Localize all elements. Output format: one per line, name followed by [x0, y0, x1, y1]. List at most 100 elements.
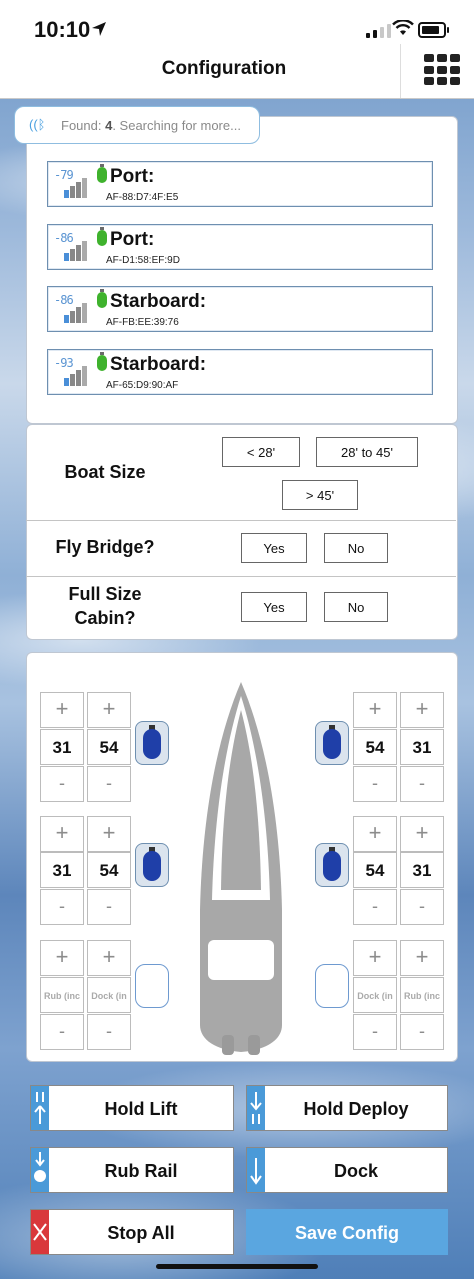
device-mac: AF-88:D7:4F:E5	[106, 192, 179, 203]
dock-label: Dock	[333, 1161, 378, 1181]
port-1-b-plus-button[interactable]: +	[87, 692, 131, 728]
cellular-signal-icon	[366, 24, 391, 38]
dock-arrow-icon	[247, 1148, 265, 1192]
starboard-1-b-plus-button[interactable]: +	[400, 692, 444, 728]
rub-rail-button[interactable]: Rub Rail	[30, 1147, 234, 1193]
green-fender-icon	[97, 289, 107, 308]
save-config-label: Save Config	[294, 1223, 400, 1243]
page-title: Configuration	[161, 58, 287, 79]
starboard-fender-2-icon[interactable]	[315, 843, 349, 887]
device-item[interactable]: -86 Starboard: AF-FB:EE:39:76	[47, 286, 433, 332]
cabin-yes-button[interactable]: Yes	[241, 592, 307, 622]
grid-menu-icon[interactable]	[424, 54, 460, 86]
device-name: Port:	[110, 229, 155, 250]
lift-arrow-icon	[31, 1086, 49, 1130]
port-fender-1-icon[interactable]	[135, 721, 169, 765]
status-bar: 10:10	[0, 0, 474, 44]
device-item[interactable]: -86 Port: AF-D1:58:EF:9D	[47, 224, 433, 270]
port-rub-rail-input[interactable]: Rub (inc	[40, 977, 84, 1013]
port-2-a-value: 31	[40, 852, 84, 888]
scan-status: ((ᛒ Found: 4. Searching for more...	[14, 106, 260, 144]
port-3-b-minus-button[interactable]: -	[87, 1014, 131, 1050]
device-mac: AF-D1:58:EF:9D	[106, 255, 180, 266]
fly-bridge-no-button[interactable]: No	[324, 533, 388, 563]
port-1-a-plus-button[interactable]: +	[40, 692, 84, 728]
stop-all-button[interactable]: Stop All	[30, 1209, 234, 1255]
device-name: Starboard:	[110, 354, 207, 375]
port-dock-input[interactable]: Dock (in	[87, 977, 131, 1013]
device-item[interactable]: -93 Starboard: AF-65:D9:90:AF	[47, 349, 433, 395]
size-over-45-button[interactable]: > 45'	[282, 480, 358, 510]
starboard-2-a-value: 54	[353, 852, 397, 888]
stop-all-label: Stop All	[107, 1223, 175, 1243]
starboard-3-b-minus-button[interactable]: -	[400, 1014, 444, 1050]
cabin-label-line1: Full Size	[68, 584, 142, 604]
cabin-label-line2: Cabin?	[74, 608, 136, 628]
port-2-b-minus-button[interactable]: -	[87, 889, 131, 925]
starboard-2-b-minus-button[interactable]: -	[400, 889, 444, 925]
green-fender-icon	[97, 227, 107, 246]
port-fender-3-slot[interactable]	[135, 964, 169, 1008]
size-under-28-button[interactable]: < 28'	[222, 437, 300, 467]
starboard-fender-3-slot[interactable]	[315, 964, 349, 1008]
divider	[26, 520, 456, 521]
starboard-2-b-value: 31	[400, 852, 444, 888]
port-2-a-minus-button[interactable]: -	[40, 889, 84, 925]
starboard-1-b-minus-button[interactable]: -	[400, 766, 444, 802]
starboard-dock-input[interactable]: Dock (in	[353, 977, 397, 1013]
nav-divider	[400, 44, 401, 98]
deploy-arrow-icon	[247, 1086, 265, 1130]
bluetooth-scan-icon: ((ᛒ	[29, 117, 46, 132]
starboard-2-b-plus-button[interactable]: +	[400, 816, 444, 852]
starboard-2-a-plus-button[interactable]: +	[353, 816, 397, 852]
home-indicator[interactable]	[156, 1264, 318, 1269]
save-config-button[interactable]: Save Config	[246, 1209, 448, 1255]
signal-strength-icon	[64, 303, 87, 323]
cabin-no-button[interactable]: No	[324, 592, 388, 622]
green-fender-icon	[97, 352, 107, 371]
nav-bar: Configuration	[0, 44, 474, 99]
boat-size-label: Boat Size	[64, 462, 146, 482]
starboard-3-a-plus-button[interactable]: +	[353, 940, 397, 976]
scan-prefix: Found:	[61, 118, 106, 133]
port-2-b-value: 54	[87, 852, 131, 888]
port-1-b-minus-button[interactable]: -	[87, 766, 131, 802]
starboard-3-b-plus-button[interactable]: +	[400, 940, 444, 976]
starboard-1-a-value: 54	[353, 729, 397, 765]
hold-lift-button[interactable]: Hold Lift	[30, 1085, 234, 1131]
status-time: 10:10	[34, 17, 91, 42]
port-1-b-value: 54	[87, 729, 131, 765]
scan-suffix: . Searching for more...	[112, 118, 241, 133]
starboard-1-a-minus-button[interactable]: -	[353, 766, 397, 802]
starboard-1-a-plus-button[interactable]: +	[353, 692, 397, 728]
hold-deploy-button[interactable]: Hold Deploy	[246, 1085, 448, 1131]
device-item[interactable]: -79 Port: AF-88:D7:4F:E5	[47, 161, 433, 207]
port-3-a-plus-button[interactable]: +	[40, 940, 84, 976]
fly-bridge-yes-button[interactable]: Yes	[241, 533, 307, 563]
port-2-a-plus-button[interactable]: +	[40, 816, 84, 852]
port-fender-2-icon[interactable]	[135, 843, 169, 887]
size-28-to-45-button[interactable]: 28' to 45'	[316, 437, 418, 467]
port-1-a-minus-button[interactable]: -	[40, 766, 84, 802]
green-fender-icon	[97, 164, 107, 183]
signal-strength-icon	[64, 366, 87, 386]
divider	[26, 576, 456, 577]
port-3-a-minus-button[interactable]: -	[40, 1014, 84, 1050]
hold-lift-label: Hold Lift	[104, 1099, 178, 1119]
stop-x-icon	[31, 1210, 49, 1254]
device-mac: AF-FB:EE:39:76	[106, 317, 179, 328]
rub-rail-icon	[31, 1148, 49, 1192]
device-name: Port:	[110, 166, 155, 187]
port-3-b-plus-button[interactable]: +	[87, 940, 131, 976]
starboard-fender-1-icon[interactable]	[315, 721, 349, 765]
boat-outline-image	[200, 682, 282, 1055]
starboard-3-a-minus-button[interactable]: -	[353, 1014, 397, 1050]
port-2-b-plus-button[interactable]: +	[87, 816, 131, 852]
starboard-1-b-value: 31	[400, 729, 444, 765]
port-1-a-value: 31	[40, 729, 84, 765]
location-arrow-icon	[92, 22, 106, 36]
signal-strength-icon	[64, 178, 87, 198]
starboard-rub-rail-input[interactable]: Rub (inc	[400, 977, 444, 1013]
starboard-2-a-minus-button[interactable]: -	[353, 889, 397, 925]
dock-button[interactable]: Dock	[246, 1147, 448, 1193]
